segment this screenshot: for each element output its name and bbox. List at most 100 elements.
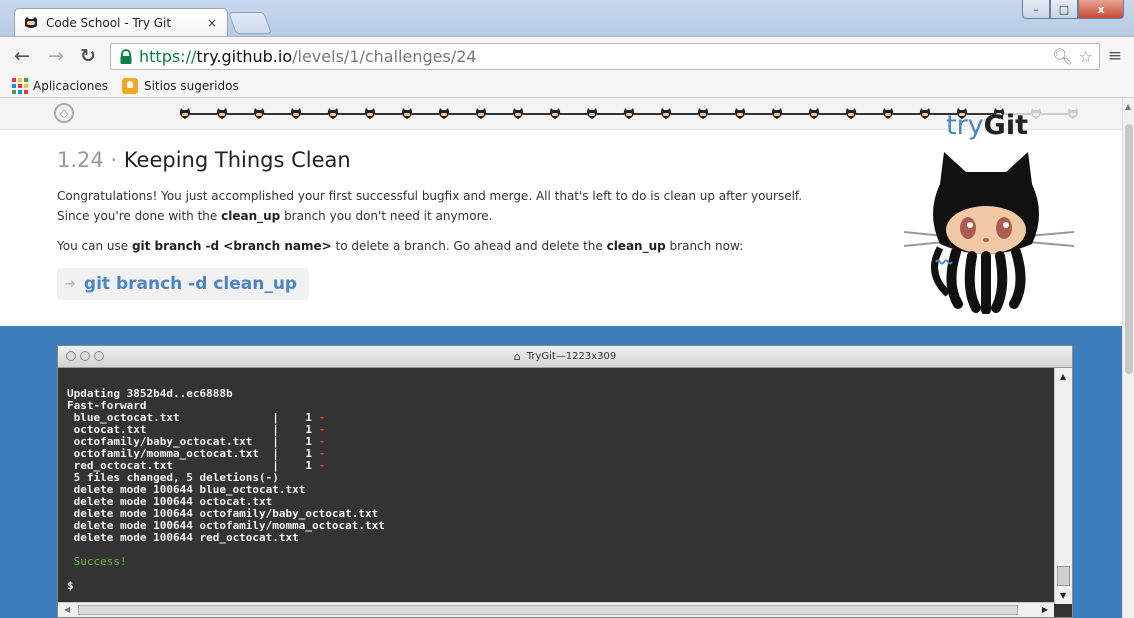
challenge-step-octocat-icon[interactable] — [807, 107, 821, 121]
terminal-line: Updating 3852b4d..ec6888b — [67, 388, 1054, 400]
bookmark-suggested-label: Sitios sugeridos — [143, 78, 239, 93]
challenge-step-octocat-icon[interactable] — [326, 107, 340, 121]
terminal-output[interactable]: Updating 3852b4d..ec6888b Fast-forward bl… — [58, 368, 1054, 604]
bookmark-apps[interactable]: Aplicaciones — [12, 77, 108, 94]
challenge-step-octocat-icon[interactable] — [178, 107, 192, 121]
traffic-light-close-icon[interactable] — [66, 351, 76, 361]
maximize-button[interactable]: □ — [1050, 0, 1078, 19]
lesson-paragraph-2: You can use git branch -d <branch name> … — [57, 236, 857, 256]
logo-text: tryGit — [946, 110, 1028, 141]
scroll-right-icon[interactable]: ▶ — [1042, 605, 1048, 614]
url-text: https://try.github.io/levels/1/challenge… — [139, 47, 477, 66]
scroll-left-icon[interactable]: ◀ — [64, 605, 70, 614]
terminal-window: ⌂ TryGit—1223x309 Updating 3852b4d..ec68… — [57, 345, 1073, 618]
hamburger-menu-icon[interactable]: ≡ — [1108, 46, 1122, 66]
terminal-titlebar: ⌂ TryGit—1223x309 — [58, 346, 1072, 368]
page-viewport: ◇ 1.24 · Keeping Things Clean Congratula… — [0, 98, 1122, 618]
p2-text-mid: to delete a branch. Go ahead and delete … — [331, 239, 607, 253]
reload-icon[interactable]: ↻ — [78, 45, 98, 67]
browser-toolbar: ← → ↻ https://try.github.io/levels/1/cha… — [0, 36, 1134, 74]
challenge-step-octocat-icon[interactable] — [733, 107, 747, 121]
challenge-step-octocat-icon[interactable] — [511, 107, 525, 121]
traffic-light-zoom-icon[interactable] — [94, 351, 104, 361]
progress-home-icon[interactable]: ◇ — [54, 103, 74, 123]
back-arrow-icon[interactable]: ← — [12, 45, 32, 67]
progress-connector — [782, 113, 809, 115]
browser-window: Code School - Try Git × – □ x ← → ↻ http… — [0, 0, 1134, 618]
challenge-step-octocat-icon[interactable] — [770, 107, 784, 121]
logo-prefix: try — [946, 110, 984, 141]
address-bar[interactable]: https://try.github.io/levels/1/challenge… — [110, 43, 1100, 70]
challenge-step-octocat-icon[interactable] — [289, 107, 303, 121]
p1-bold: clean_up — [221, 209, 281, 223]
progress-connector — [745, 113, 772, 115]
p2-bold-cmd: git branch -d <branch name> — [131, 239, 332, 253]
terminal-horizontal-scrollbar[interactable]: ◀ ▶ — [58, 602, 1054, 617]
p1-line-a: Congratulations! You just accomplished y… — [57, 189, 803, 203]
challenge-step-octocat-icon[interactable] — [548, 107, 562, 121]
forward-arrow-icon[interactable]: → — [46, 45, 66, 67]
scroll-down-icon[interactable]: ▼ — [1060, 591, 1066, 600]
progress-connector — [560, 113, 587, 115]
progress-connector — [412, 113, 439, 115]
challenge-step-octocat-icon[interactable] — [696, 107, 710, 121]
challenge-step-octocat-icon[interactable] — [844, 107, 858, 121]
zoom-icon[interactable]: 🔍︎ — [1052, 47, 1072, 66]
command-suggestion-button[interactable]: ➜ git branch -d clean_up — [57, 268, 310, 300]
progress-connector — [375, 113, 402, 115]
p1-text-end: branch you don't need it anymore. — [280, 209, 493, 223]
apps-grid-icon — [12, 77, 28, 94]
progress-connector — [708, 113, 735, 115]
minimize-button[interactable]: – — [1022, 0, 1050, 19]
challenge-step-octocat-icon[interactable] — [881, 107, 895, 121]
traffic-light-minimize-icon[interactable] — [80, 351, 90, 361]
p2-text: You can use — [57, 239, 132, 253]
lesson-number: 1.24 — [57, 148, 104, 172]
progress-connector — [597, 113, 624, 115]
horizontal-scroll-thumb[interactable] — [78, 605, 1018, 615]
challenge-step-octocat-icon[interactable] — [474, 107, 488, 121]
arrow-right-icon: ➜ — [65, 276, 76, 292]
challenge-step-octocat-icon[interactable] — [585, 107, 599, 121]
terminal-line-text: delete mode 100644 red_octocat.txt — [67, 531, 299, 544]
bookmark-star-icon[interactable]: ☆ — [1079, 47, 1093, 66]
page-vertical-scrollbar[interactable]: ▲ — [1122, 98, 1134, 618]
progress-connector — [449, 113, 476, 115]
page-scroll-thumb[interactable] — [1125, 124, 1133, 374]
p2-text-end: branch now: — [665, 239, 744, 253]
tab-close-icon[interactable]: × — [205, 16, 219, 30]
challenge-step-octocat-icon[interactable] — [622, 107, 636, 121]
challenge-step-octocat-icon[interactable] — [400, 107, 414, 121]
octocat-mascot-icon — [903, 152, 1075, 314]
terminal-traffic-lights — [66, 351, 104, 361]
trygit-logo: tryGit — [896, 104, 1086, 324]
terminal-vertical-scrollbar[interactable]: ▲ ▼ — [1054, 368, 1072, 604]
challenge-step-octocat-icon[interactable] — [252, 107, 266, 121]
progress-connector — [264, 113, 291, 115]
scroll-up-icon[interactable]: ▲ — [1060, 372, 1066, 381]
challenge-step-octocat-icon[interactable] — [215, 107, 229, 121]
terminal-deletion-mark: - — [318, 459, 326, 472]
terminal-prompt[interactable]: $ — [67, 580, 1054, 592]
close-window-button[interactable]: x — [1078, 0, 1124, 19]
terminal-title: TryGit—1223x309 — [526, 351, 617, 362]
progress-connector — [338, 113, 365, 115]
p1-text: Since you're done with the — [57, 209, 222, 223]
challenge-step-octocat-icon[interactable] — [659, 107, 673, 121]
tab-title: Code School - Try Git — [46, 15, 172, 30]
challenge-step-octocat-icon[interactable] — [437, 107, 451, 121]
page-scroll-up-icon[interactable]: ▲ — [1125, 102, 1131, 111]
lesson-paragraph-1: Congratulations! You just accomplished y… — [57, 186, 857, 226]
scroll-thumb[interactable] — [1057, 566, 1070, 586]
tab-code-school[interactable]: Code School - Try Git × — [14, 8, 228, 36]
command-text: git branch -d clean_up — [83, 274, 298, 294]
progress-connector — [634, 113, 661, 115]
challenge-step-octocat-icon[interactable] — [363, 107, 377, 121]
progress-connector — [819, 113, 846, 115]
terminal-line: delete mode 100644 red_octocat.txt — [67, 532, 1054, 544]
new-tab-button[interactable] — [227, 12, 273, 34]
bookmark-suggested-sites[interactable]: Sitios sugeridos — [121, 77, 239, 94]
page-title: 1.24 · Keeping Things Clean — [57, 148, 857, 172]
url-host: try.github.io — [196, 47, 293, 66]
bookmark-apps-label: Aplicaciones — [33, 78, 108, 93]
